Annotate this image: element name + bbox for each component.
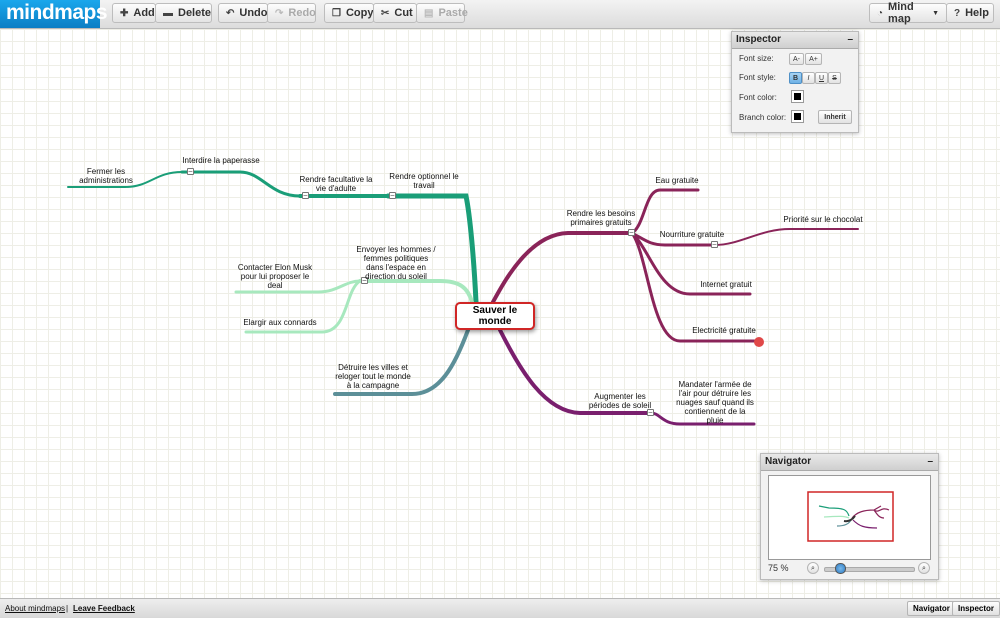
navigator-title: Navigator xyxy=(765,456,812,467)
font-color-label: Font color: xyxy=(739,93,777,102)
node-fermer[interactable]: Fermer les administrations xyxy=(70,167,142,185)
navigator-minimap xyxy=(807,491,894,542)
inspector-title-bar[interactable]: Inspector – xyxy=(732,32,858,49)
inspector-title: Inspector xyxy=(736,34,782,45)
font-size-label: Font size: xyxy=(739,54,774,63)
minimize-icon[interactable]: – xyxy=(927,454,933,470)
font-size-increase-button[interactable]: A+ xyxy=(805,53,822,65)
zoom-out-icon[interactable]: ⌕ xyxy=(807,562,819,574)
node-envoyer[interactable]: Envoyer les hommes / femmes politiques d… xyxy=(356,245,436,281)
navigator-preview[interactable] xyxy=(768,475,931,560)
inspector-panel: Inspector – Font size: A- A+ Font style: … xyxy=(731,31,859,133)
inspector-toggle-button[interactable]: Inspector xyxy=(952,601,1000,616)
node-rendre-optionnel[interactable]: Rendre optionnel le travail xyxy=(385,172,463,190)
zoom-in-icon[interactable]: ⌕ xyxy=(918,562,930,574)
node-eau[interactable]: Eau gratuite xyxy=(652,176,702,185)
inherit-button[interactable]: Inherit xyxy=(818,110,852,124)
node-augmenter[interactable]: Augmenter les périodes de soleil xyxy=(587,392,653,410)
branch-chocolat xyxy=(714,228,859,246)
branch-envoyer xyxy=(358,279,474,304)
node-besoins[interactable]: Rendre les besoins primaires gratuits xyxy=(564,209,638,227)
central-node-label: Sauver le monde xyxy=(472,305,518,327)
node-detruire[interactable]: Détruire les villes et reloger tout le m… xyxy=(334,363,412,390)
collapse-toggle-augmenter[interactable]: – xyxy=(647,409,654,416)
underline-toggle[interactable]: U xyxy=(815,72,828,84)
collapse-toggle-rendre-optionnel[interactable]: – xyxy=(389,192,396,199)
footer-bar: About mindmaps | Leave Feedback Navigato… xyxy=(0,598,1000,618)
zoom-slider-handle[interactable] xyxy=(835,563,846,574)
zoom-level: 75 % xyxy=(768,563,789,573)
node-mandater[interactable]: Mandater l'armée de l'air pour détruire … xyxy=(676,380,754,425)
node-nourriture[interactable]: Nourriture gratuite xyxy=(657,230,727,239)
node-electricite[interactable]: Electricité gratuite xyxy=(688,326,760,335)
node-elargir[interactable]: Elargir aux connards xyxy=(240,318,320,327)
collapse-toggle-nourriture[interactable]: – xyxy=(711,241,718,248)
font-color-swatch[interactable] xyxy=(791,90,804,103)
collapse-toggle-rendre-facultative[interactable]: – xyxy=(302,192,309,199)
strikethrough-toggle[interactable]: S xyxy=(828,72,841,84)
node-contacter[interactable]: Contacter Elon Musk pour lui proposer le… xyxy=(236,263,314,290)
branch-eau xyxy=(630,188,700,235)
branch-color-swatch[interactable] xyxy=(791,110,804,123)
node-chocolat[interactable]: Priorité sur le chocolat xyxy=(780,215,866,224)
navigator-title-bar[interactable]: Navigator – xyxy=(761,454,938,471)
node-rendre-facultative[interactable]: Rendre facultative la vie d'adulte xyxy=(296,175,376,193)
leave-feedback-link[interactable]: Leave Feedback xyxy=(73,604,135,613)
branch-besoins xyxy=(491,231,634,304)
footer-separator: | xyxy=(66,604,69,613)
collapse-toggle-besoins[interactable]: – xyxy=(628,229,635,236)
central-node[interactable]: Sauver le monde xyxy=(455,302,535,330)
navigator-toggle-button[interactable]: Navigator xyxy=(907,601,956,616)
font-style-label: Font style: xyxy=(739,73,776,82)
about-link[interactable]: About mindmaps xyxy=(5,604,65,613)
collapse-toggle-interdire[interactable]: – xyxy=(187,168,194,175)
selected-node-handle xyxy=(754,337,764,347)
branch-interdire xyxy=(180,170,302,198)
minimize-icon[interactable]: – xyxy=(847,32,853,48)
bold-toggle[interactable]: B xyxy=(789,72,802,84)
navigator-panel: Navigator – 75 % ⌕ ⌕ xyxy=(760,453,939,580)
italic-toggle[interactable]: I xyxy=(802,72,815,84)
node-interdire[interactable]: Interdire la paperasse xyxy=(180,156,262,165)
node-internet[interactable]: Internet gratuit xyxy=(696,280,756,289)
font-size-decrease-button[interactable]: A- xyxy=(789,53,804,65)
branch-color-label: Branch color: xyxy=(739,113,787,122)
